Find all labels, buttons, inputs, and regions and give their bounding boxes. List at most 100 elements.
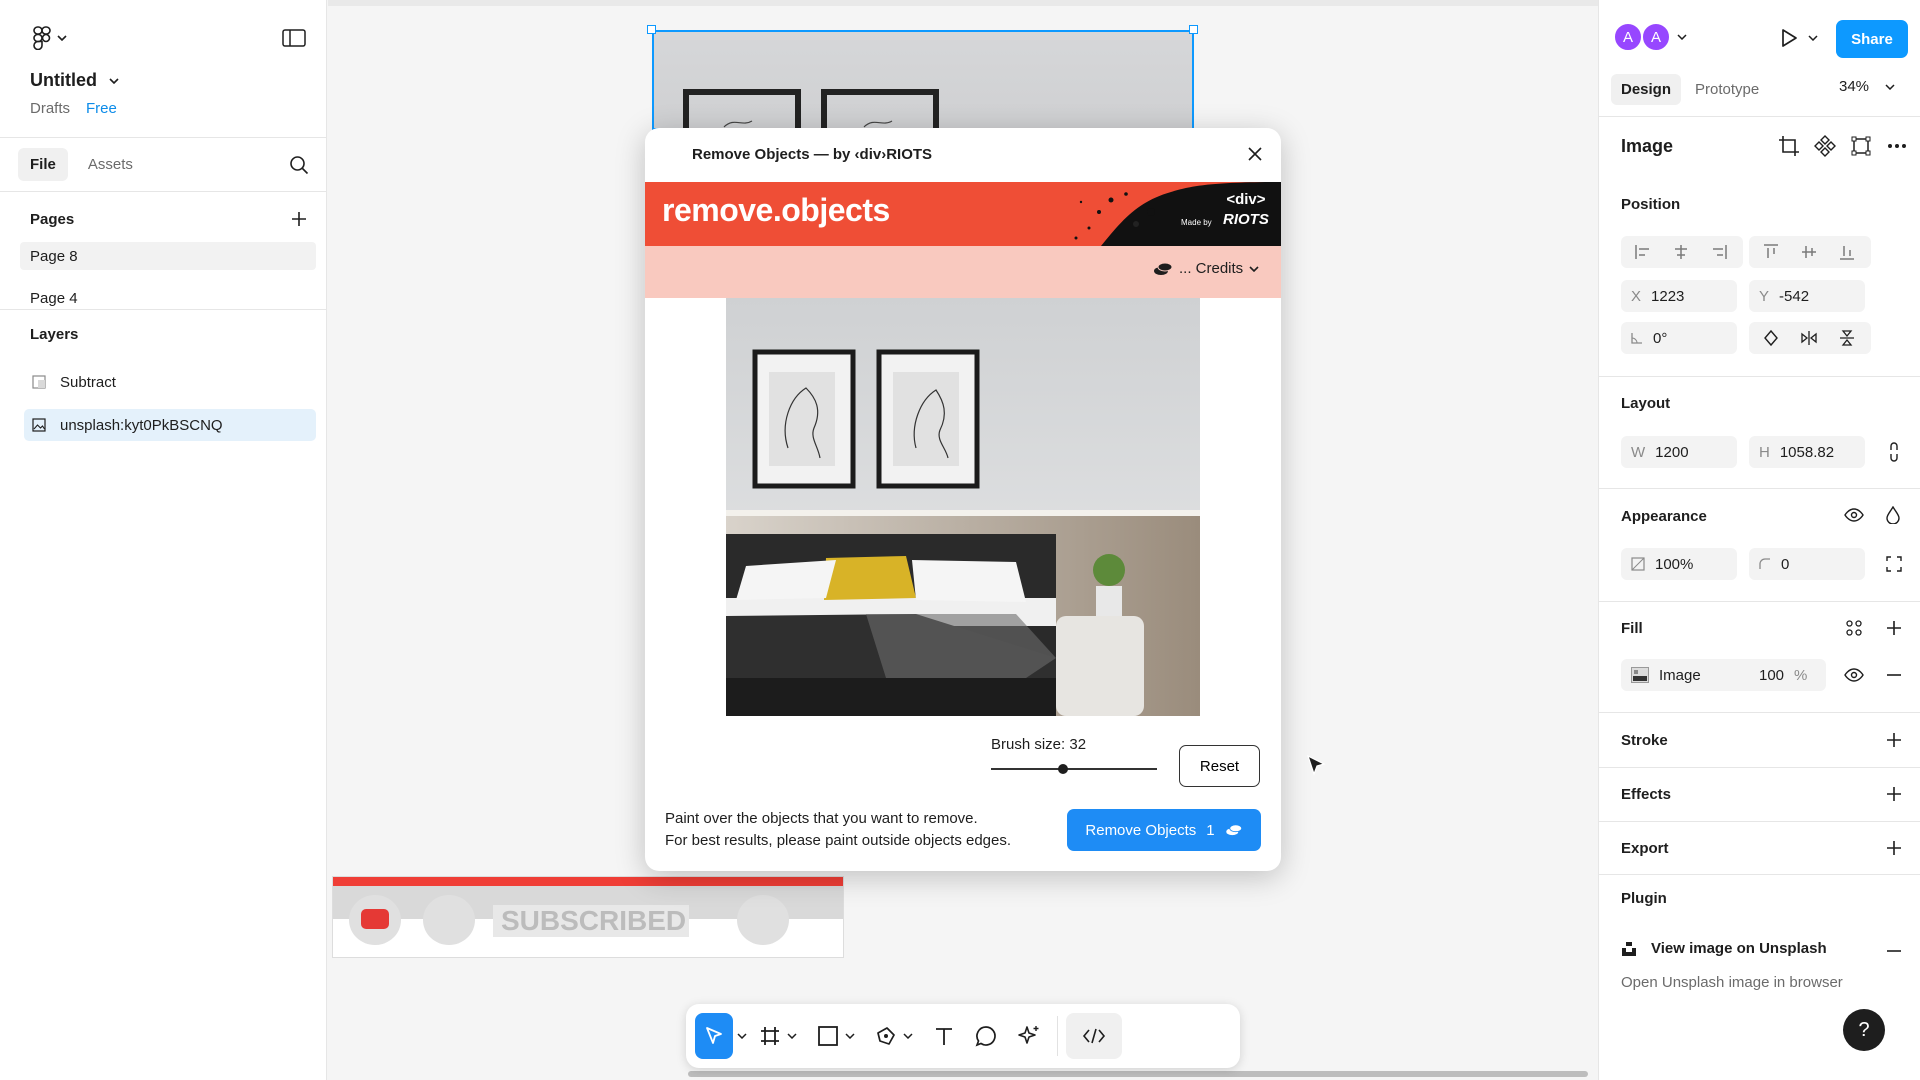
flip-vertical-icon[interactable] (1829, 329, 1865, 347)
opacity-field[interactable]: 100% (1621, 548, 1737, 580)
toolbar-divider (1057, 1016, 1058, 1056)
image-layer-icon (32, 418, 46, 432)
resize-handle[interactable] (647, 25, 656, 34)
rotation-field[interactable]: 0° (1621, 322, 1737, 354)
text-tool[interactable] (925, 1013, 963, 1059)
figma-menu-button[interactable] (26, 24, 74, 52)
plus-icon (1887, 733, 1901, 747)
align-center-h-icon[interactable] (1663, 243, 1699, 261)
file-name-menu[interactable]: Untitled (30, 70, 119, 91)
zoom-menu[interactable]: 34% (1839, 78, 1895, 95)
brand-line-2: RIOTS (1223, 211, 1269, 228)
actions-tool[interactable] (1009, 1013, 1049, 1059)
comment-tool[interactable] (967, 1013, 1005, 1059)
layer-item-selected[interactable]: unsplash:kyt0PkBSCNQ (24, 409, 316, 441)
share-button[interactable]: Share (1836, 20, 1908, 58)
page-item-label: Page 4 (30, 289, 78, 307)
align-middle-icon[interactable] (1791, 243, 1827, 261)
chevron-down-icon[interactable] (737, 1033, 747, 1039)
sidebar-toggle-button[interactable] (278, 26, 310, 50)
plan-badge[interactable]: Free (86, 100, 117, 117)
constrain-proportions-button[interactable] (1881, 439, 1907, 465)
add-page-button[interactable] (286, 206, 312, 232)
remove-objects-button[interactable]: Remove Objects 1 (1067, 809, 1261, 851)
present-button[interactable] (1777, 26, 1821, 50)
width-field[interactable]: W 1200 (1621, 436, 1737, 468)
corner-radius-field[interactable]: 0 (1749, 548, 1865, 580)
resize-handle[interactable] (1189, 25, 1198, 34)
tab-prototype[interactable]: Prototype (1695, 81, 1759, 98)
fill-visibility-button[interactable] (1841, 662, 1867, 688)
credits-coin-icon (1225, 824, 1242, 836)
fill-styles-button[interactable] (1841, 615, 1867, 641)
tab-file[interactable]: File (18, 148, 68, 181)
more-options-icon[interactable] (1885, 134, 1909, 158)
boolean-subtract-icon (32, 375, 46, 389)
add-stroke-button[interactable] (1881, 727, 1907, 753)
instruction-text: Paint over the objects that you want to … (665, 810, 978, 827)
x-position-field[interactable]: X 1223 (1621, 280, 1737, 312)
avatar[interactable]: A (1613, 22, 1643, 52)
pen-tool[interactable] (867, 1013, 921, 1059)
y-position-field[interactable]: Y -542 (1749, 280, 1865, 312)
red-bar (333, 877, 843, 886)
remove-fill-button[interactable] (1881, 662, 1907, 688)
add-export-button[interactable] (1881, 835, 1907, 861)
y-label: Y (1759, 287, 1770, 305)
add-effect-button[interactable] (1881, 781, 1907, 807)
drafts-link[interactable]: Drafts (30, 100, 70, 117)
paint-canvas-image[interactable] (726, 298, 1200, 716)
close-button[interactable] (1242, 141, 1268, 167)
credits-dropdown[interactable]: ... Credits (1153, 260, 1259, 277)
code-icon (1082, 1028, 1106, 1044)
eye-icon (1844, 668, 1864, 682)
horizontal-scrollbar[interactable] (688, 1071, 1588, 1077)
component-icon[interactable] (1813, 134, 1837, 158)
unsplash-icon (1622, 941, 1636, 956)
frame-tool[interactable] (751, 1013, 805, 1059)
position-title: Position (1621, 196, 1681, 213)
shape-tool[interactable] (809, 1013, 863, 1059)
fill-row[interactable]: Image 100 % (1621, 659, 1826, 691)
frame-selection-icon[interactable] (1849, 134, 1873, 158)
layer-label: Subtract (60, 373, 116, 391)
dev-mode-toggle[interactable] (1066, 1013, 1122, 1059)
move-tool[interactable] (695, 1013, 733, 1059)
blend-mode-button[interactable] (1880, 502, 1906, 528)
fill-opacity[interactable]: 100 (1759, 667, 1784, 684)
align-right-icon[interactable] (1701, 243, 1737, 261)
unsplash-link[interactable]: View image on Unsplash (1621, 940, 1827, 957)
height-field[interactable]: H 1058.82 (1749, 436, 1865, 468)
divider (1599, 601, 1920, 602)
independent-corners-button[interactable] (1881, 551, 1907, 577)
search-button[interactable] (286, 152, 312, 178)
align-top-icon[interactable] (1753, 243, 1789, 261)
align-left-icon[interactable] (1625, 243, 1661, 261)
flip-horizontal-icon[interactable] (1791, 329, 1827, 347)
divider (1599, 116, 1920, 117)
tab-design[interactable]: Design (1611, 74, 1682, 105)
align-bottom-icon[interactable] (1829, 243, 1865, 261)
divider (0, 309, 327, 310)
brush-size-slider[interactable] (991, 762, 1157, 776)
x-value: 1223 (1651, 287, 1685, 305)
chevron-down-icon[interactable] (1677, 34, 1687, 40)
page-item[interactable]: Page 8 (20, 242, 316, 270)
slider-thumb[interactable] (1058, 764, 1068, 774)
page-item[interactable]: Page 4 (20, 284, 316, 312)
selected-image-layer[interactable] (652, 30, 1194, 130)
avatar[interactable]: A (1641, 22, 1671, 52)
crop-icon[interactable] (1777, 134, 1801, 158)
collapse-plugin-button[interactable] (1881, 938, 1907, 964)
rotate-icon[interactable] (1753, 329, 1789, 347)
add-fill-button[interactable] (1881, 615, 1907, 641)
reset-button[interactable]: Reset (1179, 745, 1260, 787)
visibility-button[interactable] (1841, 502, 1867, 528)
cursor-arrow-icon (706, 1027, 722, 1044)
tab-assets[interactable]: Assets (76, 148, 145, 181)
plus-icon (1887, 621, 1901, 635)
mouse-pointer-icon (1306, 754, 1326, 776)
layer-item[interactable]: Subtract (24, 366, 316, 398)
help-button[interactable]: ? (1843, 1009, 1885, 1051)
youtube-subscribe-graphic: SUBSCRIBED (332, 876, 844, 958)
